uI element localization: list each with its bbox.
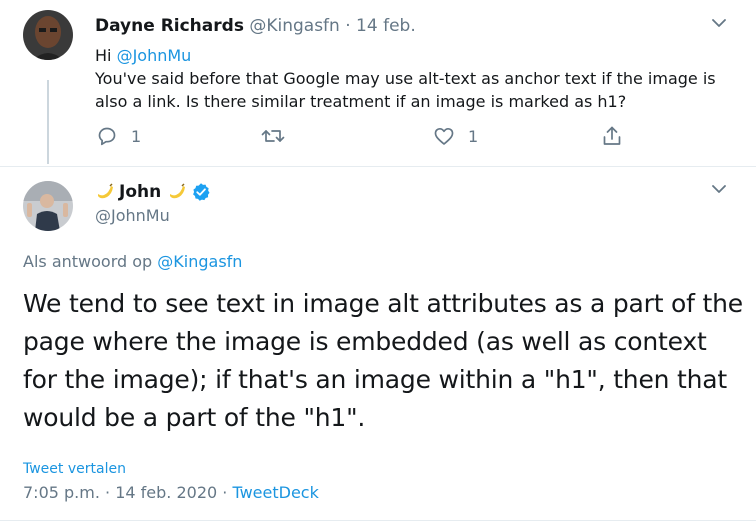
thread-line [47,80,49,164]
main-author-name-text: John [119,182,162,202]
tweet-divider [0,166,756,167]
reply-date[interactable]: 14 feb. [356,16,416,36]
verified-badge-icon [193,183,210,201]
dayne-avatar[interactable] [23,10,73,60]
chevron-down-icon[interactable] [712,18,726,28]
mention-link[interactable]: @JohnMu [117,46,192,65]
like-action[interactable]: 1 [432,124,478,148]
tweet-meta: 7:05 p.m. · 14 feb. 2020 · TweetDeck [23,483,319,502]
meta-separator: · [105,483,111,502]
translate-tweet-link[interactable]: Tweet vertalen [23,461,126,477]
reply-to-handle[interactable]: @Kingasfn [157,252,242,271]
reply-greeting-line: Hi @JohnMu [95,44,745,67]
share-action[interactable] [600,124,624,148]
chevron-down-icon[interactable] [712,184,726,194]
heart-icon [434,127,454,145]
greeting: Hi [95,46,112,65]
main-author-name[interactable]: John [95,181,211,203]
reply-text: You've said before that Google may use a… [95,69,716,111]
banana-emoji-icon [98,183,113,199]
reply-tweet-body: Hi @JohnMu You've said before that Googl… [95,44,745,113]
meta-separator: · [222,483,228,502]
retweet-action[interactable] [260,124,286,148]
reply-author-name[interactable]: Dayne Richards [95,16,244,36]
reply-count: 1 [131,126,142,146]
main-tweet-text: We tend to see text in image alt attribu… [23,289,743,432]
share-icon [603,126,621,145]
reply-to-label: Als antwoord op [23,252,153,271]
john-avatar[interactable] [23,181,73,231]
reply-tweet-header: Dayne Richards @Kingasfn · 14 feb. [95,15,416,37]
reply-icon [98,127,116,146]
tweet-source-link[interactable]: TweetDeck [232,483,318,502]
tweet-date[interactable]: 14 feb. 2020 [115,483,217,502]
reply-to-line: Als antwoord op @Kingasfn [23,252,242,271]
banana-emoji-icon [170,183,186,199]
tweet-time[interactable]: 7:05 p.m. [23,483,100,502]
like-count: 1 [468,126,479,146]
reply-action[interactable]: 1 [95,124,141,148]
main-author-handle[interactable]: @JohnMu [95,206,170,225]
header-separator: · [345,16,351,36]
retweet-icon [261,130,285,142]
reply-author-handle[interactable]: @Kingasfn [249,16,339,36]
bottom-divider [0,520,756,521]
